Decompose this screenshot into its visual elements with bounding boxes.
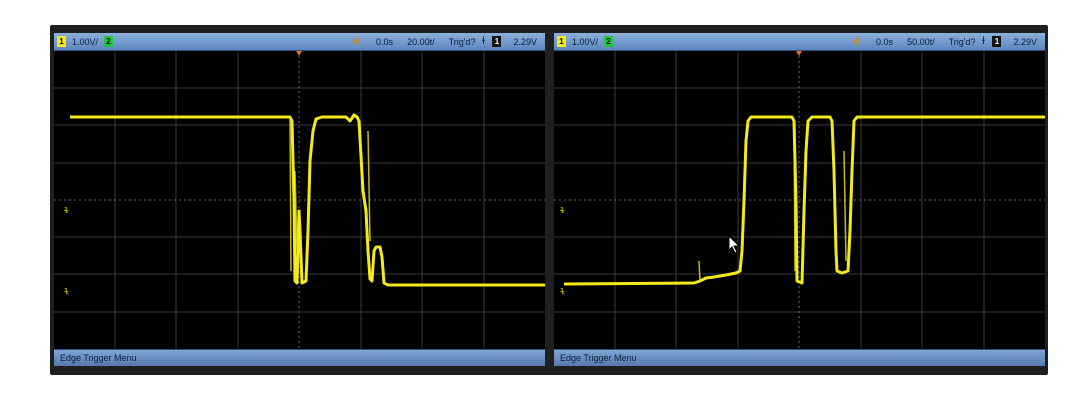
trigger-level: 2.29V	[513, 36, 537, 47]
delay-value: 0.0s	[376, 36, 394, 47]
yellow-trace-left	[70, 113, 545, 287]
status-bar-left: 1 1.00V/ 2 0.0s 20.00t/ Trig'd? ɫ 1 2.29…	[54, 33, 545, 51]
oscilloscope-frame: 1 1.00V/ 2 0.0s 20.00t/ Trig'd? ɫ 1 2.29…	[50, 25, 1048, 375]
ground-marker-upper-left: ɫ	[64, 206, 69, 215]
channel-1-scale: 1.00V/	[72, 36, 99, 47]
timebase-value: 20.00t/	[407, 36, 435, 47]
ground-marker-upper-right: ɫ	[560, 206, 565, 215]
channel-1-indicator[interactable]: 1	[57, 36, 66, 47]
waveform-display-right	[554, 51, 1045, 349]
rising-edge-icon: ɫ	[481, 36, 486, 47]
ground-marker-lower-left: ɫ	[64, 287, 69, 296]
trigger-source-indicator: 1	[492, 36, 502, 47]
sun-icon	[851, 34, 863, 48]
channel-2-indicator[interactable]: 2	[604, 36, 614, 47]
timebase-value: 50.00t/	[907, 36, 935, 47]
trigger-position-marker-left	[296, 51, 302, 56]
channel-1-indicator[interactable]: 1	[557, 36, 566, 47]
center-axes-left	[54, 51, 545, 349]
channel-2-indicator[interactable]: 2	[104, 36, 114, 47]
delay-value: 0.0s	[876, 36, 894, 47]
trigger-level: 2.29V	[1013, 36, 1037, 47]
mouse-pointer-icon	[728, 235, 741, 254]
waveform-display-left	[54, 51, 545, 349]
scope-screen-right: 1 1.00V/ 2 0.0s 50.00t/ Trig'd? ɫ 1 2.29…	[554, 33, 1045, 366]
center-axes-right	[554, 51, 1045, 349]
trigger-status: Trig'd?	[948, 36, 976, 47]
softkey-menu-right[interactable]: Edge Trigger Menu	[554, 349, 1045, 366]
trigger-source-indicator: 1	[992, 36, 1002, 47]
trigger-status: Trig'd?	[448, 36, 476, 47]
trigger-position-marker-right	[796, 51, 802, 56]
rising-edge-icon: ɫ	[981, 36, 986, 47]
scope-screen-left: 1 1.00V/ 2 0.0s 20.00t/ Trig'd? ɫ 1 2.29…	[54, 33, 545, 366]
status-bar-right: 1 1.00V/ 2 0.0s 50.00t/ Trig'd? ɫ 1 2.29…	[554, 33, 1045, 51]
yellow-trace-right	[563, 115, 1045, 286]
channel-1-scale: 1.00V/	[572, 36, 599, 47]
softkey-menu-left[interactable]: Edge Trigger Menu	[54, 349, 545, 366]
ground-marker-lower-right: ɫ	[560, 287, 565, 296]
sun-icon	[351, 34, 363, 48]
